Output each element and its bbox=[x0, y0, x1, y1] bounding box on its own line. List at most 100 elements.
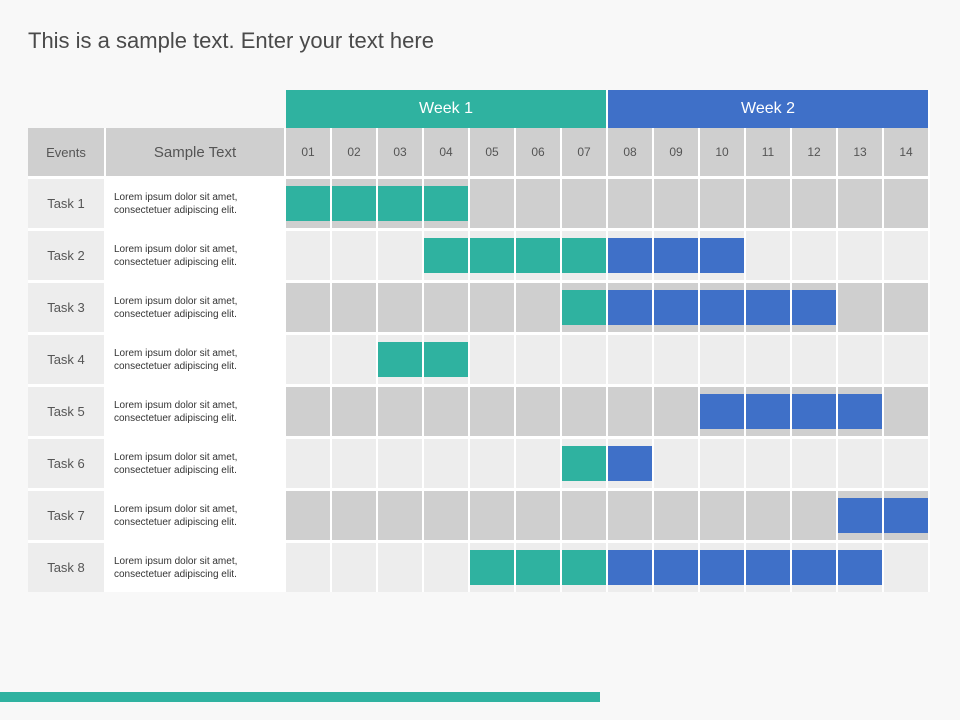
footer-accent-bar bbox=[0, 692, 600, 702]
gantt-cell bbox=[470, 335, 516, 384]
gantt-cell bbox=[332, 439, 378, 488]
gantt-bar bbox=[654, 238, 698, 272]
gantt-cell bbox=[654, 335, 700, 384]
header-day-11: 11 bbox=[746, 128, 792, 176]
gantt-cell bbox=[838, 231, 884, 280]
task-description: Lorem ipsum dolor sit amet, consectetuer… bbox=[106, 283, 286, 332]
gantt-cell bbox=[562, 387, 608, 436]
header-day-13: 13 bbox=[838, 128, 884, 176]
gantt-cell bbox=[378, 439, 424, 488]
week-header-2: Week 2 bbox=[608, 90, 930, 128]
task-description: Lorem ipsum dolor sit amet, consectetuer… bbox=[106, 491, 286, 540]
column-header-row: Events Sample Text 01 02 03 04 05 06 07 … bbox=[28, 128, 930, 176]
gantt-bar bbox=[378, 186, 422, 220]
gantt-cell bbox=[562, 335, 608, 384]
task-row: Task 6Lorem ipsum dolor sit amet, consec… bbox=[28, 436, 930, 488]
gantt-cell bbox=[700, 387, 746, 436]
task-description: Lorem ipsum dolor sit amet, consectetuer… bbox=[106, 543, 286, 592]
header-day-12: 12 bbox=[792, 128, 838, 176]
gantt-cell bbox=[884, 179, 930, 228]
gantt-bar bbox=[562, 238, 606, 272]
gantt-cell bbox=[286, 231, 332, 280]
gantt-bar bbox=[608, 446, 652, 480]
gantt-cell bbox=[654, 231, 700, 280]
gantt-bar bbox=[838, 550, 882, 584]
gantt-cell bbox=[838, 179, 884, 228]
gantt-cell bbox=[884, 335, 930, 384]
gantt-cell bbox=[516, 335, 562, 384]
header-day-14: 14 bbox=[884, 128, 930, 176]
gantt-bar bbox=[746, 394, 790, 428]
header-events: Events bbox=[28, 128, 106, 176]
header-day-05: 05 bbox=[470, 128, 516, 176]
task-label: Task 7 bbox=[28, 491, 106, 540]
gantt-cell bbox=[332, 231, 378, 280]
gantt-cell bbox=[516, 491, 562, 540]
gantt-cell bbox=[470, 387, 516, 436]
gantt-cell bbox=[654, 283, 700, 332]
header-day-01: 01 bbox=[286, 128, 332, 176]
gantt-bar bbox=[792, 394, 836, 428]
gantt-cell bbox=[516, 543, 562, 592]
gantt-cell bbox=[700, 439, 746, 488]
task-label: Task 5 bbox=[28, 387, 106, 436]
gantt-bar bbox=[746, 550, 790, 584]
gantt-cell bbox=[424, 387, 470, 436]
gantt-cell bbox=[470, 543, 516, 592]
gantt-cell bbox=[516, 179, 562, 228]
task-row: Task 2Lorem ipsum dolor sit amet, consec… bbox=[28, 228, 930, 280]
gantt-bar bbox=[608, 238, 652, 272]
gantt-cell bbox=[838, 335, 884, 384]
gantt-bar bbox=[378, 342, 422, 376]
gantt-bar bbox=[424, 238, 468, 272]
gantt-cell bbox=[792, 491, 838, 540]
gantt-bar bbox=[700, 394, 744, 428]
gantt-cell bbox=[424, 283, 470, 332]
gantt-cell bbox=[792, 543, 838, 592]
task-row: Task 1Lorem ipsum dolor sit amet, consec… bbox=[28, 176, 930, 228]
gantt-cell bbox=[608, 491, 654, 540]
task-row: Task 3Lorem ipsum dolor sit amet, consec… bbox=[28, 280, 930, 332]
task-row: Task 5Lorem ipsum dolor sit amet, consec… bbox=[28, 384, 930, 436]
gantt-chart: Week 1 Week 2 Events Sample Text 01 02 0… bbox=[28, 90, 930, 592]
task-description: Lorem ipsum dolor sit amet, consectetuer… bbox=[106, 179, 286, 228]
gantt-bar bbox=[792, 290, 836, 324]
gantt-cell bbox=[424, 439, 470, 488]
gantt-cell bbox=[654, 387, 700, 436]
gantt-cell bbox=[792, 387, 838, 436]
gantt-cell bbox=[700, 491, 746, 540]
gantt-cell bbox=[746, 283, 792, 332]
gantt-cell bbox=[884, 283, 930, 332]
gantt-cell bbox=[654, 491, 700, 540]
gantt-bar bbox=[792, 550, 836, 584]
gantt-cell bbox=[332, 387, 378, 436]
gantt-cell bbox=[654, 543, 700, 592]
gantt-cell bbox=[516, 231, 562, 280]
gantt-bar bbox=[562, 290, 606, 324]
gantt-bar bbox=[516, 238, 560, 272]
gantt-cell bbox=[378, 491, 424, 540]
gantt-cell bbox=[516, 387, 562, 436]
gantt-cell bbox=[332, 335, 378, 384]
task-description: Lorem ipsum dolor sit amet, consectetuer… bbox=[106, 335, 286, 384]
gantt-cell bbox=[608, 387, 654, 436]
task-row: Task 8Lorem ipsum dolor sit amet, consec… bbox=[28, 540, 930, 592]
gantt-cell bbox=[700, 179, 746, 228]
task-description: Lorem ipsum dolor sit amet, consectetuer… bbox=[106, 387, 286, 436]
gantt-bar bbox=[332, 186, 376, 220]
gantt-bar bbox=[838, 498, 882, 532]
gantt-bar bbox=[746, 290, 790, 324]
gantt-cell bbox=[746, 179, 792, 228]
gantt-cell bbox=[746, 439, 792, 488]
gantt-cell bbox=[378, 231, 424, 280]
gantt-cell bbox=[332, 179, 378, 228]
gantt-cell bbox=[838, 439, 884, 488]
gantt-bar bbox=[562, 550, 606, 584]
gantt-cell bbox=[608, 179, 654, 228]
gantt-cell bbox=[608, 231, 654, 280]
gantt-cell bbox=[884, 387, 930, 436]
task-label: Task 8 bbox=[28, 543, 106, 592]
header-day-08: 08 bbox=[608, 128, 654, 176]
gantt-cell bbox=[286, 491, 332, 540]
gantt-cell bbox=[838, 387, 884, 436]
